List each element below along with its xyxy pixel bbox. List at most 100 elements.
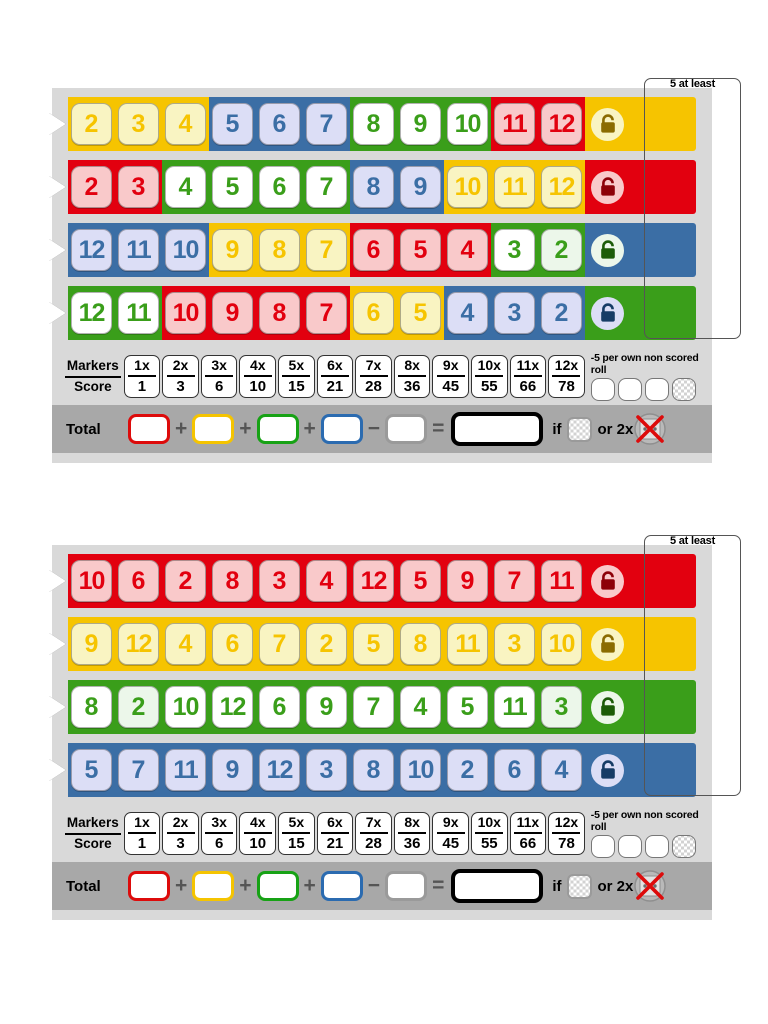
cell-slot[interactable]: 9 xyxy=(444,554,491,608)
cell-slot[interactable]: 12 xyxy=(256,743,303,797)
cell-slot[interactable]: 3 xyxy=(491,223,538,277)
number-cell[interactable]: 5 xyxy=(447,686,488,728)
penalty-checkbox[interactable] xyxy=(590,835,615,858)
cell-slot[interactable]: 12 xyxy=(538,97,585,151)
number-cell[interactable]: 2 xyxy=(541,229,582,271)
marker-score-column[interactable]: 4x 10 xyxy=(239,354,277,399)
number-cell[interactable]: 8 xyxy=(353,103,394,145)
cell-slot[interactable]: 9 xyxy=(397,160,444,214)
cell-slot[interactable]: 2 xyxy=(538,223,585,277)
cell-slot[interactable]: 3 xyxy=(538,680,585,734)
cell-slot[interactable]: 2 xyxy=(303,617,350,671)
number-cell[interactable]: 7 xyxy=(494,560,535,602)
marker-score-column[interactable]: 11x 66 xyxy=(509,354,547,399)
cell-slot[interactable]: 8 xyxy=(397,617,444,671)
cell-slot[interactable]: 10 xyxy=(444,97,491,151)
cell-slot[interactable]: 9 xyxy=(209,743,256,797)
marker-score-column[interactable]: 10x 55 xyxy=(471,811,508,856)
cell-slot[interactable]: 6 xyxy=(256,97,303,151)
cell-slot[interactable]: 10 xyxy=(162,286,209,340)
number-cell[interactable]: 7 xyxy=(306,166,347,208)
number-cell[interactable]: 6 xyxy=(212,623,253,665)
number-cell[interactable]: 6 xyxy=(494,749,535,791)
cell-slot[interactable]: 7 xyxy=(303,97,350,151)
number-cell[interactable]: 10 xyxy=(165,292,206,334)
number-cell[interactable]: 12 xyxy=(71,292,112,334)
cell-slot[interactable]: 3 xyxy=(491,617,538,671)
cell-slot[interactable]: 4 xyxy=(444,223,491,277)
marker-score-column[interactable]: 10x 55 xyxy=(471,354,508,399)
number-cell[interactable]: 10 xyxy=(541,623,582,665)
number-cell[interactable]: 11 xyxy=(494,103,535,145)
number-cell[interactable]: 2 xyxy=(447,749,488,791)
cell-slot[interactable]: 2 xyxy=(68,160,115,214)
number-cell[interactable]: 8 xyxy=(71,686,112,728)
cell-slot[interactable]: 8 xyxy=(68,680,115,734)
number-cell[interactable]: 2 xyxy=(71,166,112,208)
number-cell[interactable]: 11 xyxy=(494,686,535,728)
number-cell[interactable]: 5 xyxy=(353,623,394,665)
cell-slot[interactable]: 2 xyxy=(162,554,209,608)
number-cell[interactable]: 2 xyxy=(118,686,159,728)
total-box-yellow[interactable] xyxy=(192,871,235,901)
cell-slot[interactable]: 4 xyxy=(397,680,444,734)
cell-slot[interactable]: 11 xyxy=(115,286,162,340)
marker-score-column[interactable]: 5x 15 xyxy=(278,811,315,856)
cell-slot[interactable]: 3 xyxy=(115,160,162,214)
number-cell[interactable]: 4 xyxy=(447,229,488,271)
total-box-gray[interactable] xyxy=(385,871,428,901)
cell-slot[interactable]: 7 xyxy=(303,160,350,214)
marker-score-column[interactable]: 1x 1 xyxy=(123,811,161,856)
number-cell[interactable]: 4 xyxy=(165,166,206,208)
cell-slot[interactable]: 3 xyxy=(115,97,162,151)
padlock-icon[interactable] xyxy=(591,753,624,787)
number-cell[interactable]: 3 xyxy=(494,292,535,334)
cell-slot[interactable]: 6 xyxy=(350,286,397,340)
cell-slot[interactable]: 5 xyxy=(209,97,256,151)
padlock-icon[interactable] xyxy=(591,107,624,141)
cell-slot[interactable]: 10 xyxy=(538,617,585,671)
number-cell[interactable]: 11 xyxy=(541,560,582,602)
total-box-blue[interactable] xyxy=(320,414,363,444)
cell-slot[interactable]: 11 xyxy=(162,743,209,797)
cell-slot[interactable]: 11 xyxy=(491,160,538,214)
number-cell[interactable]: 4 xyxy=(541,749,582,791)
cell-slot[interactable]: 12 xyxy=(350,554,397,608)
number-cell[interactable]: 3 xyxy=(306,749,347,791)
number-cell[interactable]: 9 xyxy=(212,229,253,271)
number-cell[interactable]: 4 xyxy=(165,623,206,665)
cell-slot[interactable]: 10 xyxy=(162,223,209,277)
number-cell[interactable]: 12 xyxy=(541,103,582,145)
cell-slot[interactable]: 2 xyxy=(68,97,115,151)
marker-score-column[interactable]: 5x 15 xyxy=(278,354,315,399)
number-cell[interactable]: 8 xyxy=(400,623,441,665)
cell-slot[interactable]: 6 xyxy=(491,743,538,797)
number-cell[interactable]: 12 xyxy=(212,686,253,728)
cell-slot[interactable]: 11 xyxy=(538,554,585,608)
number-cell[interactable]: 5 xyxy=(71,749,112,791)
number-cell[interactable]: 7 xyxy=(259,623,300,665)
number-cell[interactable]: 8 xyxy=(259,229,300,271)
marker-score-column[interactable]: 4x 10 xyxy=(239,811,277,856)
cell-slot[interactable]: 8 xyxy=(209,554,256,608)
cell-slot[interactable]: 3 xyxy=(303,743,350,797)
number-cell[interactable]: 5 xyxy=(400,229,441,271)
cell-slot[interactable]: 9 xyxy=(303,680,350,734)
lock-slot[interactable] xyxy=(585,223,630,277)
marker-score-column[interactable]: 9x 45 xyxy=(432,811,469,856)
lock-slot[interactable] xyxy=(585,160,630,214)
number-cell[interactable]: 2 xyxy=(541,292,582,334)
number-cell[interactable]: 2 xyxy=(165,560,206,602)
cell-slot[interactable]: 10 xyxy=(444,160,491,214)
cell-slot[interactable]: 7 xyxy=(303,286,350,340)
cell-slot[interactable]: 6 xyxy=(209,617,256,671)
cell-slot[interactable]: 10 xyxy=(68,554,115,608)
number-cell[interactable]: 12 xyxy=(541,166,582,208)
cell-slot[interactable]: 5 xyxy=(350,617,397,671)
cell-slot[interactable]: 4 xyxy=(162,160,209,214)
number-cell[interactable]: 10 xyxy=(165,686,206,728)
cell-slot[interactable]: 12 xyxy=(538,160,585,214)
cell-slot[interactable]: 9 xyxy=(209,223,256,277)
number-cell[interactable]: 4 xyxy=(447,292,488,334)
cell-slot[interactable]: 9 xyxy=(68,617,115,671)
